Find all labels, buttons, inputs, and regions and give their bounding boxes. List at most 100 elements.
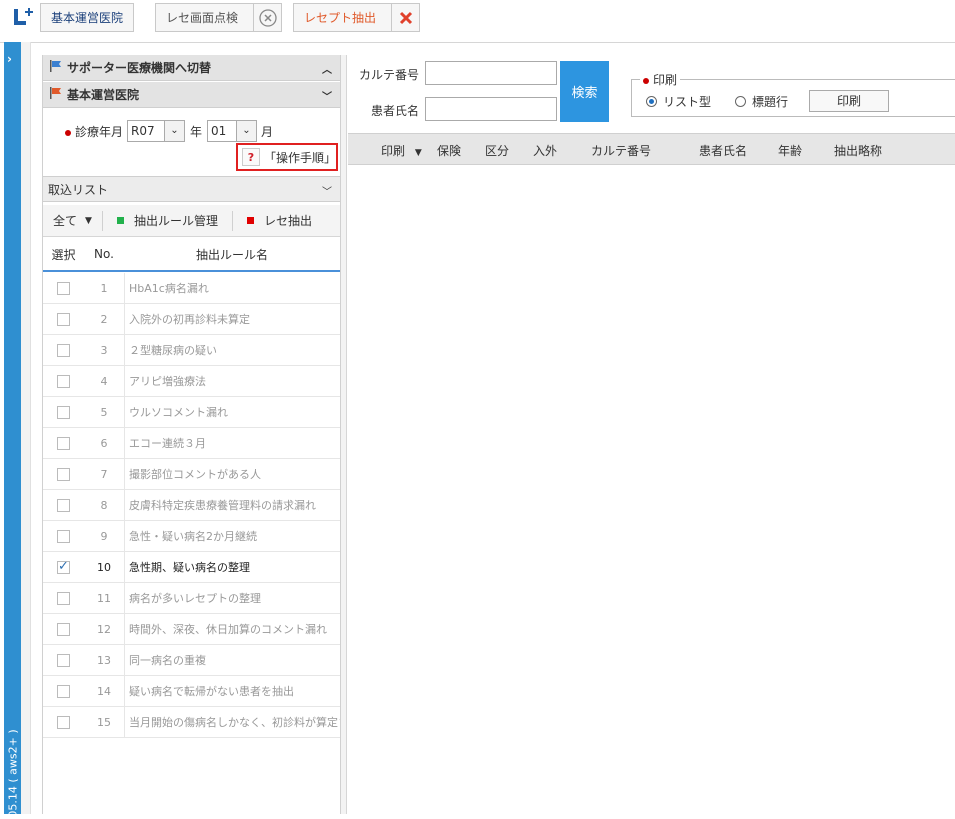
filter-all-dropdown[interactable]: 全て ▼ xyxy=(53,212,92,229)
rece-extract-button[interactable]: レセプト抽出 xyxy=(293,3,420,32)
chevron-down-icon[interactable]: ﹀ xyxy=(322,88,332,103)
table-row[interactable]: 15 当月開始の傷病名しかなく、初診料が算定さ xyxy=(43,706,340,738)
row-checkbox[interactable] xyxy=(57,622,70,636)
blue-flag-icon xyxy=(49,59,63,76)
table-row[interactable]: 5 ウルソコメント漏れ xyxy=(43,396,340,428)
supporter-switch-label: サポーター医療機関へ切替 xyxy=(67,61,212,75)
row-rule-name: ２型糖尿病の疑い xyxy=(124,334,340,366)
karte-input[interactable] xyxy=(425,61,557,85)
rece-extract-run-button[interactable]: レセ抽出 xyxy=(246,212,312,229)
panel-splitter[interactable] xyxy=(341,55,347,814)
karte-label: カルテ番号 xyxy=(359,68,420,82)
table-row[interactable]: 3 ２型糖尿病の疑い xyxy=(43,334,340,366)
table-row[interactable]: 7 撮影部位コメントがある人 xyxy=(43,458,340,490)
chevron-down-icon[interactable]: ﹀ xyxy=(322,183,332,198)
row-checkbox[interactable] xyxy=(57,467,70,481)
clinic-button[interactable]: 基本運営医院 xyxy=(40,3,134,32)
table-row[interactable]: 12 時間外、深夜、休日加算のコメント漏れ xyxy=(43,613,340,645)
expand-chevron-icon[interactable]: › xyxy=(7,52,12,66)
table-row[interactable]: 9 急性・疑い病名2か月継続 xyxy=(43,520,340,552)
close-x-icon[interactable] xyxy=(391,4,419,31)
row-checkbox[interactable] xyxy=(57,343,70,357)
import-list-header[interactable]: 取込リスト ﹀ xyxy=(43,176,340,202)
chevron-up-icon[interactable]: ︿ xyxy=(322,61,332,76)
row-rule-name: 皮膚科特定疾患療養管理料の請求漏れ xyxy=(124,489,340,521)
table-row[interactable]: 8 皮膚科特定疾患療養管理料の請求漏れ xyxy=(43,489,340,521)
row-select-cell xyxy=(43,559,84,574)
radio-selected-icon[interactable] xyxy=(646,96,657,107)
dropdown-arrow-icon[interactable]: ⌄ xyxy=(236,121,256,141)
table-row[interactable]: 10 急性期、疑い病名の整理 xyxy=(43,551,340,583)
col-rule-name[interactable]: 抽出ルール名 xyxy=(124,246,340,263)
row-checkbox[interactable] xyxy=(57,653,70,667)
rule-table-header: 選択 No. 抽出ルール名 xyxy=(43,238,340,272)
row-checkbox[interactable] xyxy=(57,529,70,543)
rule-manage-button[interactable]: 抽出ルール管理 xyxy=(116,212,218,229)
table-row[interactable]: 14 疑い病名で転帰がない患者を抽出 xyxy=(43,675,340,707)
row-rule-name: 当月開始の傷病名しかなく、初診料が算定さ xyxy=(124,706,340,738)
radio-list-option[interactable]: リスト型 xyxy=(646,93,711,110)
col-category[interactable]: 区分 xyxy=(485,142,509,159)
row-checkbox[interactable] xyxy=(57,374,70,388)
row-checkbox[interactable] xyxy=(57,436,70,450)
row-select-cell xyxy=(43,622,84,636)
month-select[interactable]: 01 ⌄ xyxy=(207,120,257,142)
search-button[interactable]: 検索 xyxy=(560,61,609,122)
row-no: 15 xyxy=(97,715,111,729)
row-checkbox[interactable] xyxy=(57,591,70,605)
year-unit: 年 xyxy=(190,125,203,139)
col-select[interactable]: 選択 xyxy=(43,246,84,263)
row-checkbox[interactable] xyxy=(57,312,70,326)
divider xyxy=(101,210,103,231)
table-row[interactable]: 1 HbA1c病名漏れ xyxy=(43,272,340,304)
row-checkbox[interactable] xyxy=(57,684,70,698)
col-karte-no[interactable]: カルテ番号 xyxy=(591,142,651,159)
patient-input[interactable] xyxy=(425,97,557,121)
row-checkbox[interactable] xyxy=(57,281,70,295)
table-row[interactable]: 2 入院外の初再診料未算定 xyxy=(43,303,340,335)
col-insurance[interactable]: 保険 xyxy=(437,142,461,159)
col-age[interactable]: 年齢 xyxy=(778,142,802,159)
table-row[interactable]: 11 病名が多いレセプトの整理 xyxy=(43,582,340,614)
divider xyxy=(231,210,233,231)
app-logo-icon[interactable] xyxy=(8,5,38,29)
row-checkbox[interactable] xyxy=(57,715,70,729)
rece-extract-run-label: レセ抽出 xyxy=(263,214,312,228)
rece-inspect-button[interactable]: レセ画面点検 xyxy=(155,3,282,32)
row-select-cell xyxy=(43,684,84,698)
rule-toolbar: 全て ▼ 抽出ルール管理 レセ抽出 xyxy=(43,205,340,237)
print-button[interactable]: 印刷 xyxy=(809,90,889,112)
col-patient-name[interactable]: 患者氏名 xyxy=(699,142,747,159)
table-row[interactable]: 4 アリピ増強療法 xyxy=(43,365,340,397)
required-dot-icon xyxy=(643,77,649,84)
col-print[interactable]: 印刷 ▼ xyxy=(381,142,422,159)
row-select-cell xyxy=(43,653,84,667)
help-link-label: 「操作手順」 xyxy=(264,150,337,165)
row-no: 9 xyxy=(100,529,108,543)
table-row[interactable]: 13 同一病名の重複 xyxy=(43,644,340,676)
row-checkbox[interactable] xyxy=(57,498,70,512)
col-no[interactable]: No. xyxy=(84,247,124,261)
col-in-out[interactable]: 入外 xyxy=(533,142,557,159)
rule-list: 1 HbA1c病名漏れ 2 入院外の初再診料未算定 3 ２型糖尿病の疑い 4 アリピ増強療法 5… xyxy=(43,272,340,738)
circle-x-icon[interactable] xyxy=(253,4,281,31)
row-rule-name: 急性・疑い病名2か月継続 xyxy=(124,520,340,552)
row-checkbox[interactable] xyxy=(57,405,70,419)
row-checkbox[interactable] xyxy=(57,559,70,574)
row-select-cell xyxy=(43,529,84,543)
radio-unselected-icon[interactable] xyxy=(735,96,746,107)
row-no: 14 xyxy=(97,684,111,698)
supporter-switch-header[interactable]: サポーター医療機関へ切替 ︿ xyxy=(43,55,340,81)
top-toolbar: 基本運営医院 レセ画面点検 レセプト抽出 xyxy=(0,0,955,40)
side-collapse-bar[interactable]: › 05.14 ( aws2+ ) xyxy=(4,42,21,818)
dropdown-arrow-icon[interactable]: ⌄ xyxy=(164,121,184,141)
clinic-header[interactable]: 基本運営医院 ﹀ xyxy=(43,82,340,108)
radio-heading-option[interactable]: 標題行 xyxy=(735,93,788,110)
col-print-label: 印刷 xyxy=(381,144,406,158)
col-extract-abbr[interactable]: 抽出略称 xyxy=(834,142,882,159)
year-value: R07 xyxy=(131,124,155,138)
help-link[interactable]: ? 「操作手順」 xyxy=(236,143,338,171)
year-select[interactable]: R07 ⌄ xyxy=(127,120,185,142)
table-row[interactable]: 6 エコー連続３月 xyxy=(43,427,340,459)
row-no: 1 xyxy=(100,281,108,295)
